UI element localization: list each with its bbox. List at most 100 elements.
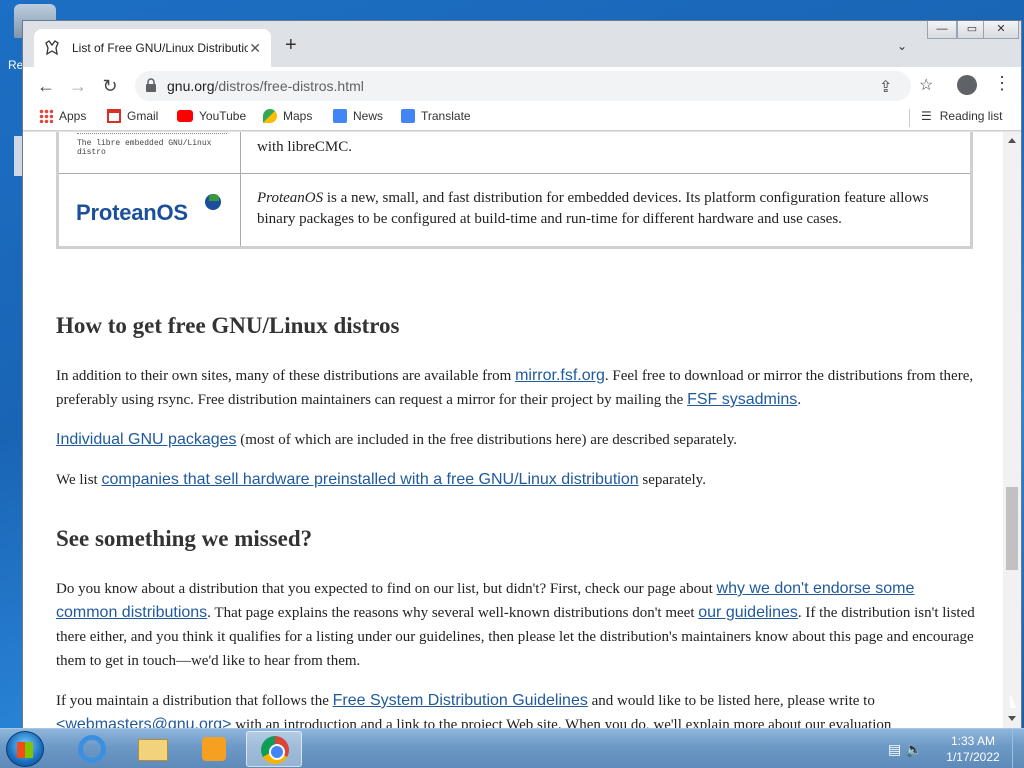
scroll-down-arrow-icon[interactable] [1008, 716, 1016, 721]
distro-description: ProteanOS is a new, small, and fast dist… [241, 174, 970, 246]
internet-explorer-icon [78, 735, 106, 763]
text: separately. [638, 472, 706, 488]
distro-description-text: is a new, small, and fast distribution f… [257, 190, 929, 227]
reading-list-label: Reading list [939, 109, 1003, 123]
text: . That page explains the reasons why sev… [207, 605, 699, 621]
browser-toolbar: ← → ↻ gnu.org/distros/free-distros.html … [23, 67, 1021, 105]
bookmark-translate[interactable]: Translate [401, 109, 471, 123]
distribution-guidelines-link[interactable]: Free System Distribution Guidelines [333, 692, 588, 709]
librecmc-logo[interactable]: The libre embedded GNU/Linux distro [59, 132, 241, 173]
text: . [797, 392, 802, 408]
table-row: ProteanOS ProteanOS is a new, small, and… [59, 173, 970, 246]
close-window-button[interactable]: ✕ [983, 21, 1019, 39]
vertical-scrollbar[interactable] [1003, 132, 1021, 729]
paragraph-missed: Do you know about a distribution that yo… [56, 577, 976, 673]
bookmark-gmail[interactable]: Gmail [107, 109, 158, 123]
start-button[interactable] [6, 731, 44, 767]
tab-close-icon[interactable]: ✕ [249, 40, 261, 57]
text: Do you know about a distribution that yo… [56, 581, 717, 597]
taskbar-internet-explorer[interactable] [62, 731, 118, 767]
taskbar-chrome[interactable] [246, 731, 302, 767]
mirror-fsf-link[interactable]: mirror.fsf.org [515, 367, 605, 384]
lock-icon [146, 78, 156, 92]
tab-strip: List of Free GNU/Linux Distributio ✕ + ⌄… [23, 21, 1021, 67]
page-viewport[interactable]: The libre embedded GNU/Linux distro with… [23, 132, 1021, 729]
proteanos-logo[interactable]: ProteanOS [59, 174, 241, 246]
heading-how-to-get: How to get free GNU/Linux distros [56, 313, 400, 338]
scrollbar-thumb[interactable] [1006, 487, 1018, 570]
bookmark-label: Translate [421, 109, 471, 123]
url-path: /distros/free-distros.html [214, 78, 364, 94]
browser-window: List of Free GNU/Linux Distributio ✕ + ⌄… [22, 20, 1022, 729]
apps-grid-icon [39, 109, 53, 123]
bookmark-label: Maps [283, 109, 313, 123]
tab-active[interactable]: List of Free GNU/Linux Distributio ✕ [34, 29, 271, 67]
share-icon[interactable]: ⇪ [879, 77, 892, 97]
reading-list-icon: ☰ [921, 109, 932, 123]
reading-list-button[interactable]: ☰ Reading list [909, 109, 1003, 127]
text: If you maintain a distribution that foll… [56, 693, 333, 709]
new-tab-button[interactable]: + [285, 35, 297, 55]
logo-rule [77, 133, 227, 134]
url-host: gnu.org [167, 78, 215, 94]
table-row: The libre embedded GNU/Linux distro with… [59, 132, 970, 173]
proteanos-logo-text: ProteanOS [76, 200, 188, 225]
folder-icon [138, 739, 168, 761]
address-bar[interactable]: gnu.org/distros/free-distros.html ⇪ [135, 71, 911, 101]
distros-table: The libre embedded GNU/Linux distro with… [56, 132, 973, 249]
bookmark-label: Apps [59, 109, 87, 123]
bookmark-label: Gmail [127, 109, 159, 123]
taskbar-file-explorer[interactable] [124, 731, 180, 767]
individual-gnu-packages-link[interactable]: Individual GNU packages [56, 431, 237, 448]
librecmc-caption: The libre embedded GNU/Linux distro [77, 139, 212, 157]
scroll-up-arrow-icon[interactable] [1008, 138, 1016, 143]
proteanos-leaf-icon [209, 194, 219, 201]
bookmark-youtube[interactable]: YouTube [177, 109, 246, 123]
taskbar: ▤ 🔈 1:33 AM 1/17/2022 [0, 728, 1024, 768]
gnu-favicon-icon [45, 40, 59, 56]
volume-icon[interactable]: 🔈 [905, 741, 922, 757]
bookmark-maps[interactable]: Maps [263, 109, 312, 123]
minimize-button[interactable]: — [927, 21, 957, 39]
profile-avatar-icon[interactable] [957, 75, 977, 95]
reload-icon[interactable]: ↻ [99, 75, 121, 97]
bookmark-star-icon[interactable]: ☆ [919, 75, 933, 95]
paragraph-maintainers: If you maintain a distribution that foll… [56, 689, 976, 729]
show-desktop-button[interactable] [1012, 729, 1024, 768]
youtube-icon [177, 110, 193, 122]
divider [909, 109, 910, 127]
bookmark-apps[interactable]: Apps [39, 109, 86, 123]
chrome-icon [261, 736, 289, 764]
bookmarks-bar: Apps Gmail YouTube Maps News Translate ☰… [23, 105, 1021, 131]
distro-description: with libreCMC. [257, 139, 353, 155]
media-player-icon [202, 737, 226, 761]
back-arrow-icon[interactable]: ← [35, 75, 57, 97]
network-icon[interactable]: ▤ [888, 741, 901, 757]
text: (most of which are included in the free … [236, 432, 738, 448]
bookmark-label: News [353, 109, 384, 123]
bookmark-news[interactable]: News [333, 109, 383, 123]
paragraph-hardware: We list companies that sell hardware pre… [56, 468, 976, 492]
clock[interactable]: 1:33 AM 1/17/2022 [944, 733, 1002, 765]
taskbar-media-player[interactable] [186, 731, 242, 767]
heading-see-something-missed: See something we missed? [56, 526, 313, 551]
translate-icon [401, 109, 415, 123]
tab-search-chevron-icon[interactable]: ⌄ [897, 39, 907, 53]
news-icon [333, 109, 347, 123]
maps-icon [263, 109, 277, 123]
text: and would like to be listed here, please… [587, 693, 875, 709]
distro-name: ProteanOS [257, 190, 324, 206]
our-guidelines-link[interactable]: our guidelines [698, 604, 798, 621]
clock-time: 1:33 AM [950, 734, 996, 748]
menu-dots-icon[interactable]: ⋮ [993, 73, 1011, 94]
forward-arrow-icon[interactable]: → [67, 75, 89, 97]
text: In addition to their own sites, many of … [56, 368, 516, 384]
mouse-cursor-icon [1010, 694, 1016, 708]
text: We list [56, 472, 102, 488]
fsf-sysadmins-link[interactable]: FSF sysadmins [687, 391, 797, 408]
url-text: gnu.org/distros/free-distros.html [167, 78, 364, 94]
hardware-companies-link[interactable]: companies that sell hardware preinstalle… [101, 471, 638, 488]
tab-title: List of Free GNU/Linux Distributio [72, 41, 248, 55]
desktop-icon-fragment [14, 136, 22, 176]
system-tray: ▤ 🔈 [888, 741, 923, 758]
